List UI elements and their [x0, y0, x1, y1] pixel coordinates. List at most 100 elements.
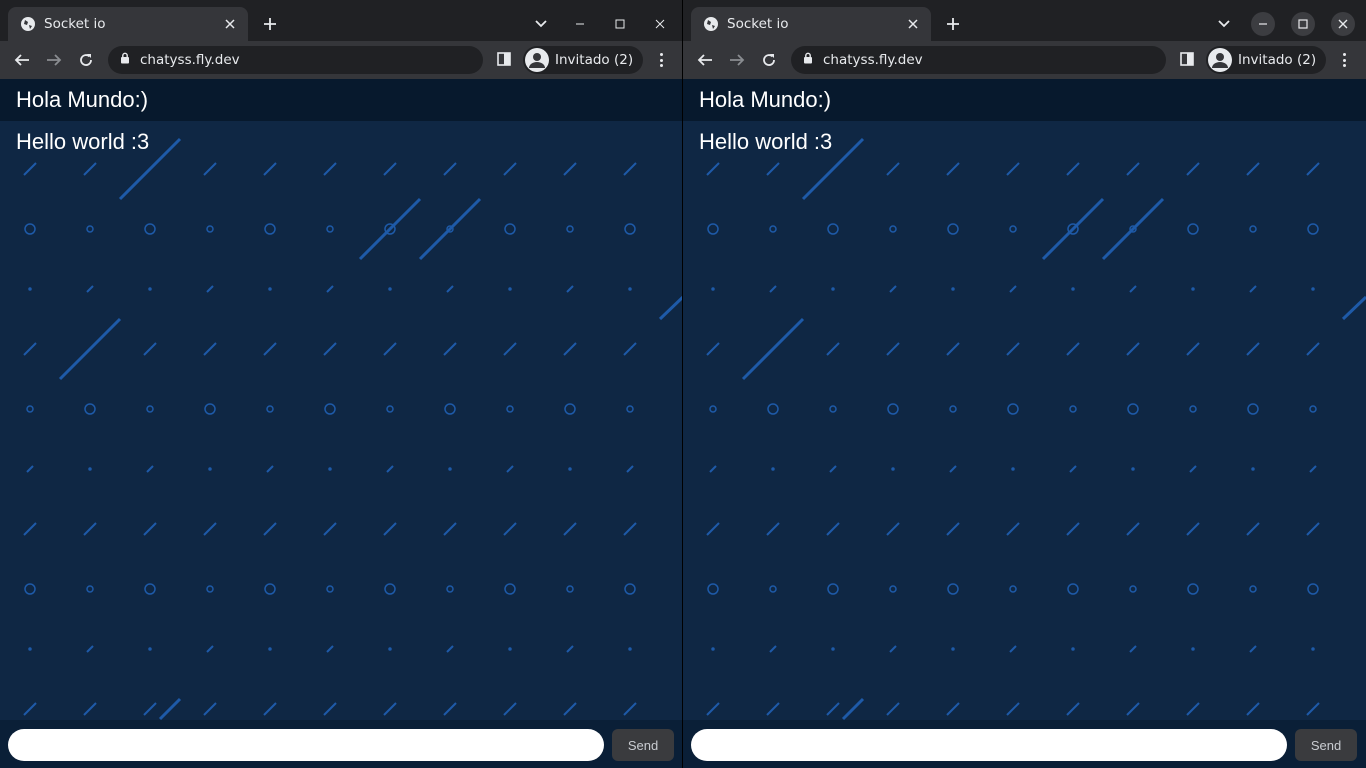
- send-button[interactable]: Send: [612, 729, 674, 761]
- pattern-mark: [711, 287, 715, 291]
- pattern-mark: [506, 465, 514, 473]
- pattern-mark: [1009, 285, 1017, 293]
- pattern-mark: [86, 585, 94, 593]
- pattern-mark: [949, 465, 957, 473]
- pattern-mark: [769, 285, 777, 293]
- pattern-mark: [1186, 522, 1200, 536]
- address-bar[interactable]: chatyss.fly.dev: [108, 46, 483, 74]
- maximize-icon[interactable]: [1291, 12, 1315, 36]
- pattern-mark: [886, 522, 900, 536]
- close-window-icon[interactable]: [1331, 12, 1355, 36]
- profile-button[interactable]: Invitado (2): [1206, 46, 1327, 74]
- tab-title: Socket io: [727, 16, 789, 32]
- message-input[interactable]: [8, 729, 604, 761]
- pattern-mark: [146, 405, 154, 413]
- pattern-mark: [1126, 522, 1140, 536]
- pattern-mark: [946, 162, 960, 176]
- pattern-mark: [383, 342, 397, 356]
- pattern-mark: [1249, 225, 1257, 233]
- forward-arrow-icon[interactable]: [727, 50, 747, 70]
- pattern-mark: [1129, 585, 1137, 593]
- pattern-mark: [268, 287, 272, 291]
- pattern-mark: [324, 403, 336, 415]
- pattern-mark: [24, 583, 36, 595]
- pattern-mark: [1071, 287, 1075, 291]
- pattern-mark: [383, 522, 397, 536]
- message-item: Hello world :3: [16, 129, 150, 154]
- message-list: Hola Mundo:) Hello world :3: [0, 79, 682, 163]
- pattern-mark: [624, 583, 636, 595]
- pattern-mark: [566, 585, 574, 593]
- pattern-mark: [388, 287, 392, 291]
- pattern-mark: [946, 522, 960, 536]
- pattern-mark: [83, 162, 97, 176]
- pattern-mark: [446, 285, 454, 293]
- tab-search-chevron-down-icon[interactable]: [529, 12, 553, 36]
- message-item: Hello world :3: [699, 129, 833, 154]
- more-options-icon[interactable]: [1336, 52, 1352, 68]
- minimize-icon[interactable]: [568, 12, 592, 36]
- more-options-icon[interactable]: [653, 52, 669, 68]
- profile-button[interactable]: Invitado (2): [523, 46, 644, 74]
- pattern-mark: [706, 162, 720, 176]
- pattern-mark: [1191, 287, 1195, 291]
- pattern-mark: [889, 225, 897, 233]
- close-tab-icon[interactable]: [222, 16, 238, 32]
- lock-icon[interactable]: [120, 51, 130, 69]
- pattern-mark: [203, 522, 217, 536]
- pattern-mark: [23, 702, 37, 716]
- pattern-mark: [1066, 162, 1080, 176]
- send-button[interactable]: Send: [1295, 729, 1357, 761]
- pattern-mark: [1126, 162, 1140, 176]
- pattern-streak: [158, 697, 182, 721]
- pattern-mark: [1306, 702, 1320, 716]
- pattern-mark: [1251, 467, 1255, 471]
- pattern-mark: [1006, 702, 1020, 716]
- pattern-mark: [1246, 162, 1260, 176]
- address-bar[interactable]: chatyss.fly.dev: [791, 46, 1166, 74]
- pattern-mark: [144, 583, 156, 595]
- pattern-mark: [1071, 647, 1075, 651]
- forward-arrow-icon[interactable]: [44, 50, 64, 70]
- pattern-mark: [326, 285, 334, 293]
- new-tab-button[interactable]: [942, 13, 964, 35]
- back-arrow-icon[interactable]: [12, 50, 32, 70]
- close-window-icon[interactable]: [648, 12, 672, 36]
- pattern-mark: [891, 467, 895, 471]
- pattern-mark: [623, 522, 637, 536]
- minimize-icon[interactable]: [1251, 12, 1275, 36]
- pattern-mark: [628, 647, 632, 651]
- pattern-mark: [826, 702, 840, 716]
- tab-socket-io[interactable]: Socket io: [691, 7, 931, 41]
- tab-strip: Socket io: [0, 0, 682, 41]
- pattern-mark: [887, 403, 899, 415]
- globe-icon: [20, 16, 36, 32]
- side-panel-icon[interactable]: [497, 52, 513, 68]
- pattern-mark: [1066, 342, 1080, 356]
- pattern-mark: [568, 467, 572, 471]
- maximize-icon[interactable]: [608, 12, 632, 36]
- lock-icon[interactable]: [803, 51, 813, 69]
- pattern-mark: [889, 585, 897, 593]
- pattern-mark: [889, 645, 897, 653]
- profile-label: Invitado (2): [1238, 52, 1317, 68]
- pattern-mark: [143, 342, 157, 356]
- pattern-mark: [566, 645, 574, 653]
- reload-icon[interactable]: [76, 50, 96, 70]
- pattern-mark: [1189, 465, 1197, 473]
- pattern-mark: [1246, 522, 1260, 536]
- pattern-mark: [766, 162, 780, 176]
- close-tab-icon[interactable]: [905, 16, 921, 32]
- pattern-mark: [707, 583, 719, 595]
- message-item: Hola Mundo:): [683, 79, 1366, 121]
- side-panel-icon[interactable]: [1180, 52, 1196, 68]
- reload-icon[interactable]: [759, 50, 779, 70]
- tab-socket-io[interactable]: Socket io: [8, 7, 248, 41]
- message-input[interactable]: [691, 729, 1287, 761]
- tab-search-chevron-down-icon[interactable]: [1212, 12, 1236, 36]
- pattern-mark: [826, 522, 840, 536]
- back-arrow-icon[interactable]: [695, 50, 715, 70]
- pattern-mark: [1191, 647, 1195, 651]
- new-tab-button[interactable]: [259, 13, 281, 35]
- message-item: Hola Mundo:): [0, 79, 682, 121]
